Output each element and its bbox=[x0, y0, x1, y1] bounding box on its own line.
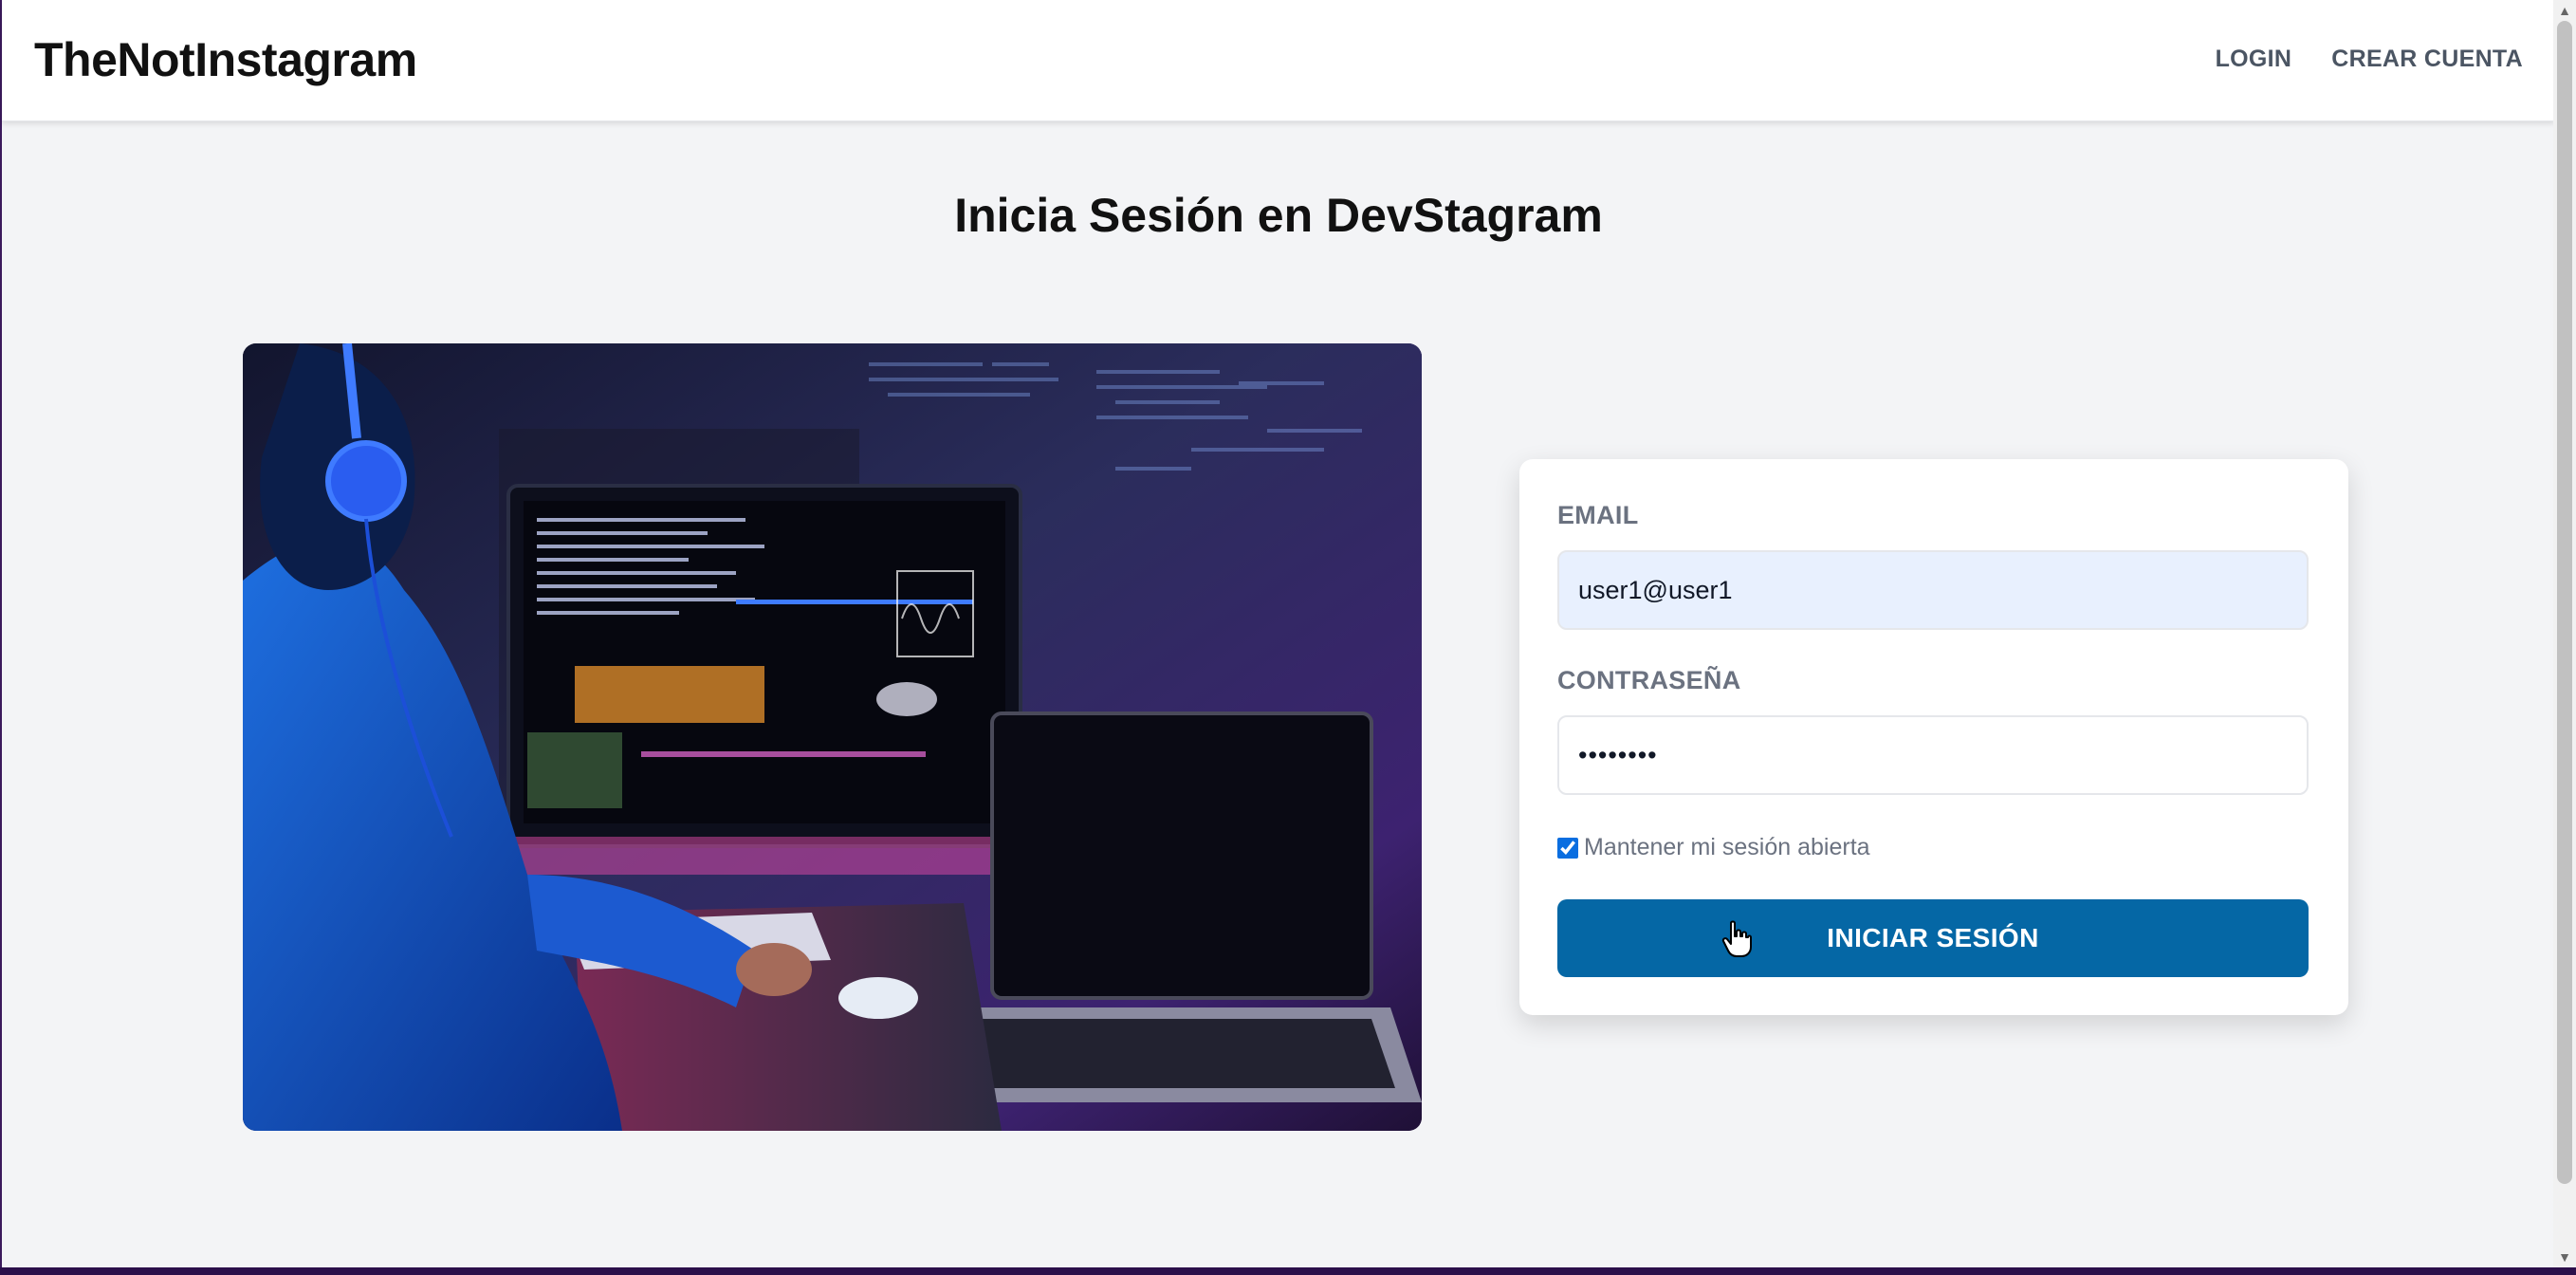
window-bottom-edge bbox=[0, 1267, 2576, 1275]
remember-me[interactable]: Mantener mi sesión abierta bbox=[1557, 834, 1870, 861]
password-label: CONTRASEÑA bbox=[1557, 666, 1741, 694]
email-input[interactable] bbox=[1557, 550, 2309, 630]
header-nav: LOGIN CREAR CUENTA bbox=[2216, 46, 2523, 73]
developer-at-computer-illustration bbox=[243, 343, 1422, 1131]
hero-image bbox=[243, 343, 1422, 1131]
hand-pointer-icon bbox=[1721, 920, 1752, 957]
register-link[interactable]: CREAR CUENTA bbox=[2331, 46, 2523, 73]
login-card: EMAIL CONTRASEÑA Mantener mi sesión abie… bbox=[1519, 459, 2348, 1015]
brand-logo[interactable]: TheNotInstagram bbox=[34, 32, 417, 87]
login-submit-button[interactable]: INICIAR SESIÓN bbox=[1557, 899, 2309, 977]
scroll-thumb[interactable] bbox=[2557, 21, 2572, 1184]
remember-label: Mantener mi sesión abierta bbox=[1584, 834, 1870, 860]
top-header: TheNotInstagram LOGIN CREAR CUENTA bbox=[2, 0, 2555, 121]
login-link[interactable]: LOGIN bbox=[2216, 46, 2292, 73]
page-scrollbar[interactable]: ▲ ▼ bbox=[2553, 0, 2576, 1267]
remember-checkbox[interactable] bbox=[1557, 837, 1578, 859]
page-title: Inicia Sesión en DevStagram bbox=[954, 189, 1603, 242]
scroll-up-arrow-icon[interactable]: ▲ bbox=[2553, 0, 2576, 21]
email-label: EMAIL bbox=[1557, 501, 1639, 529]
page: TheNotInstagram LOGIN CREAR CUENTA Inici… bbox=[0, 0, 2555, 1269]
password-input[interactable] bbox=[1557, 715, 2309, 795]
scroll-down-arrow-icon[interactable]: ▼ bbox=[2553, 1247, 2576, 1267]
